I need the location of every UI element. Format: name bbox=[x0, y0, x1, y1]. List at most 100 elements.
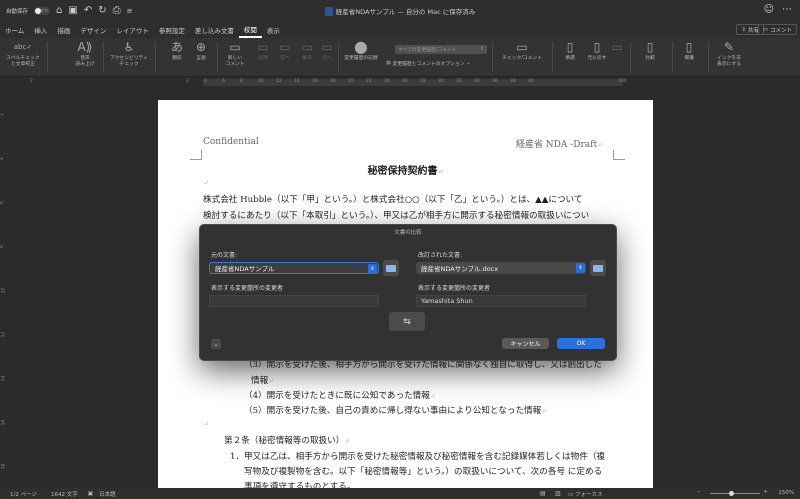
more-options-button[interactable]: ⌄ bbox=[211, 339, 221, 349]
markup-select[interactable]: すべての変更履歴/コメント ⇕ bbox=[395, 45, 487, 54]
original-doc-select[interactable]: 経産省NDAサンプル ⇕ bbox=[209, 262, 379, 274]
tab-5[interactable]: 参照設定 bbox=[154, 22, 190, 38]
para1-line1: 株式会社 Hubble（以下「甲」という。）と株式会社○○（以下「乙」という。）… bbox=[203, 195, 583, 205]
spelling-button[interactable]: abc✓ スペルチェック と文章校正 bbox=[4, 40, 42, 68]
vertical-ruler[interactable]: 2 4 6 8 10 12 14 16 18 bbox=[0, 88, 10, 488]
autosave-toggle[interactable]: オフ bbox=[34, 7, 51, 15]
separator bbox=[708, 42, 709, 72]
tab-0[interactable]: ホーム bbox=[0, 22, 29, 38]
zoom-slider-knob[interactable] bbox=[729, 491, 734, 496]
revised-browse-button[interactable] bbox=[590, 260, 606, 276]
resolve-comment-button[interactable]: ▭ 解決 bbox=[298, 40, 316, 62]
tab-2[interactable]: 描画 bbox=[52, 22, 75, 38]
page-count[interactable]: 1/2 ページ bbox=[10, 490, 37, 498]
original-changes-by-field[interactable] bbox=[209, 295, 379, 307]
more-icon[interactable]: ⋯ bbox=[782, 4, 792, 15]
protect-button[interactable]: ▯ 保護 bbox=[680, 40, 698, 62]
delete-comment-button[interactable]: ▭ 削除 bbox=[254, 40, 272, 62]
item3-line2: 情報↵ bbox=[251, 374, 274, 386]
vruler-number: 8 bbox=[0, 245, 5, 248]
focus-button[interactable]: ▭ フォーカス bbox=[568, 490, 602, 498]
tab-3[interactable]: デザイン bbox=[75, 22, 111, 38]
read-mode-icon[interactable]: ▤ bbox=[540, 490, 546, 497]
autosave-state: オフ bbox=[40, 8, 49, 13]
print-icon[interactable]: ⎙ bbox=[113, 6, 121, 16]
prev-comment-button[interactable]: ▭ 前へ bbox=[276, 40, 294, 62]
language-button[interactable]: ⊕ 言語 bbox=[192, 40, 210, 62]
ruler-number: 2 bbox=[186, 79, 189, 84]
original-browse-button[interactable] bbox=[383, 260, 399, 276]
revised-changes-by-field[interactable]: Yamashita Shun bbox=[416, 295, 586, 307]
tab-4[interactable]: レイアウト bbox=[111, 22, 154, 38]
zoom-slider[interactable] bbox=[710, 493, 760, 494]
vruler-number: 12 bbox=[1, 331, 7, 338]
revised-doc-select[interactable]: 経産省NDAサンプル.docx ⇕ bbox=[416, 262, 586, 274]
accessibility-label: アクセシビリティ チェック bbox=[110, 56, 148, 67]
prev-label: 前へ bbox=[280, 56, 290, 61]
crop-mark bbox=[190, 150, 202, 160]
smiley-icon[interactable]: ☺ bbox=[764, 4, 774, 15]
accept-button[interactable]: ▯ 承諾 bbox=[560, 40, 580, 62]
paragraph-mark-icon: ↵ bbox=[597, 141, 603, 149]
spellcheck-icon: abc✓ bbox=[13, 43, 33, 51]
chevron-down-icon: ⌄ bbox=[213, 340, 219, 348]
customize-toolbar-icon[interactable]: ≡ bbox=[127, 7, 133, 15]
redo-icon[interactable]: ↻ bbox=[98, 6, 106, 16]
tab-8[interactable]: 表示 bbox=[262, 22, 285, 38]
accept-icon: ▯ bbox=[566, 40, 574, 54]
prev-comment-icon: ▭ bbox=[279, 40, 291, 54]
item5: （5）開示を受けた後、自己の責めに帰し得ない事由により公知となった情報↵ bbox=[244, 404, 547, 416]
spelling-label: スペルチェック と文章校正 bbox=[6, 56, 40, 67]
check-comments-button[interactable]: ▭ チェック/コメント bbox=[498, 40, 546, 62]
language-status[interactable]: 日本語 bbox=[99, 490, 116, 498]
zoom-level[interactable]: 150% bbox=[778, 490, 794, 496]
compare-button[interactable]: ▯ 比較 bbox=[640, 40, 660, 62]
track-changes-button[interactable]: ⬤ 変更履歴の記録 bbox=[340, 40, 382, 62]
print-layout-icon[interactable]: ▥ bbox=[555, 490, 561, 497]
tab-6[interactable]: 差し込み文書 bbox=[190, 22, 239, 38]
tab-7[interactable]: 校閲 bbox=[238, 22, 262, 38]
vruler-number: 6 bbox=[0, 201, 5, 204]
compare-label: 比較 bbox=[645, 56, 655, 61]
hide-ink-button[interactable]: ✎ インクを非 表示にする bbox=[712, 40, 746, 68]
home-icon[interactable]: ⌂ bbox=[56, 6, 62, 16]
undo-icon[interactable]: ↶ bbox=[84, 6, 92, 16]
ruler-number: 8 bbox=[240, 79, 243, 84]
cancel-button[interactable]: キャンセル bbox=[502, 338, 549, 349]
horizontal-ruler[interactable]: 2 2 4 6 8 10 12 14 16 18 20 22 24 26 28 30 32 34 36 38 40 180 bbox=[0, 77, 800, 88]
separator bbox=[155, 42, 156, 72]
language-icon: ⊕ bbox=[195, 40, 207, 54]
save-icon[interactable]: ▣ bbox=[68, 6, 77, 16]
accept-label: 承諾 bbox=[565, 56, 575, 61]
ribbon: abc✓ スペルチェック と文章校正 A⟫ 音声 読み上げ ♿ アクセシビリティ チェ… bbox=[0, 38, 800, 77]
ruler-number: 20 bbox=[348, 79, 354, 84]
resolve-icon: ▭ bbox=[301, 40, 313, 54]
hide-ink-label: インクを非 表示にする bbox=[716, 56, 742, 67]
comments-button[interactable]: ▭ コメント bbox=[757, 24, 797, 35]
accessibility-button[interactable]: ♿ アクセシビリティ チェック bbox=[106, 40, 152, 68]
new-comment-button[interactable]: ▭ 新しい コメント bbox=[223, 40, 247, 68]
chevron-down-icon: ⌄ bbox=[466, 61, 471, 66]
ruler-number: 34 bbox=[474, 79, 480, 84]
vruler-number: 4 bbox=[0, 157, 5, 160]
reject-button[interactable]: ▯ 元に戻す bbox=[584, 40, 610, 62]
read-aloud-button[interactable]: A⟫ 音声 読み上げ bbox=[70, 40, 100, 68]
document-title: 秘密保持契約書↵ bbox=[158, 162, 653, 177]
proofing-icon[interactable]: ▣ bbox=[88, 491, 93, 497]
prev-change-button[interactable]: ▭ bbox=[610, 40, 624, 56]
swap-icon: ⇆ bbox=[403, 316, 411, 327]
paragraph-mark-icon: ↵ bbox=[203, 179, 209, 187]
ok-button[interactable]: OK bbox=[557, 338, 605, 349]
zoom-out-icon[interactable]: – bbox=[697, 489, 700, 495]
tab-1[interactable]: 挿入 bbox=[29, 22, 52, 38]
crop-mark bbox=[613, 150, 625, 160]
vruler-number: 2 bbox=[0, 113, 5, 116]
reject-label: 元に戻す bbox=[587, 56, 607, 61]
markup-options-button[interactable]: ▤ 変更履歴とコメントのオプション ⌄ bbox=[386, 60, 471, 67]
zoom-in-icon[interactable]: + bbox=[763, 489, 768, 495]
next-comment-button[interactable]: ▭ 次へ bbox=[318, 40, 336, 62]
word-count[interactable]: 1642 文字 bbox=[51, 490, 78, 498]
ruler-bar bbox=[203, 79, 623, 86]
translate-button[interactable]: あ翻訳 bbox=[168, 40, 186, 62]
swap-documents-button[interactable]: ⇆ bbox=[389, 312, 425, 331]
